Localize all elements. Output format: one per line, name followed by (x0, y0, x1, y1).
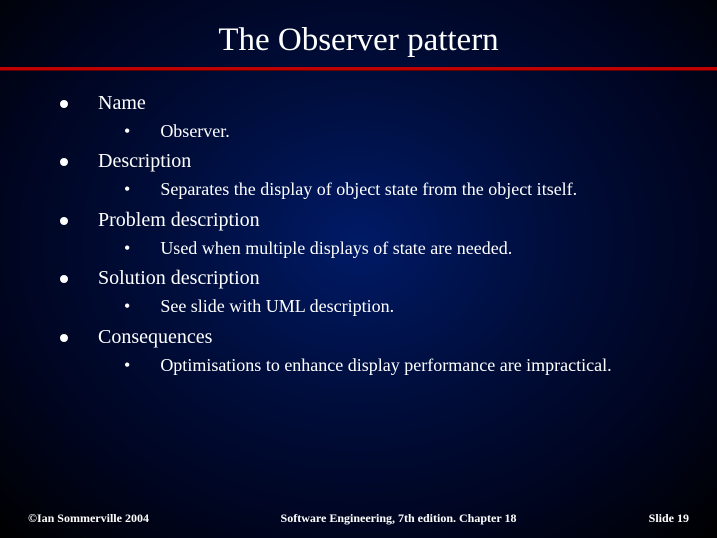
bullet-icon (60, 217, 68, 225)
footer-slide-number: Slide 19 (599, 511, 689, 526)
bullet-icon (60, 334, 68, 342)
bullet-icon (60, 158, 68, 166)
bullet-icon (60, 275, 68, 283)
list-item: Name (60, 91, 677, 116)
slide-content: Name • Observer. Description • Separates… (0, 71, 717, 377)
item-label: Consequences (98, 325, 212, 350)
subbullet-icon: • (124, 237, 130, 260)
item-label: Problem description (98, 208, 260, 233)
bullet-icon (60, 100, 68, 108)
list-subitem: • Separates the display of object state … (124, 178, 677, 201)
footer-copyright: ©Ian Sommerville 2004 (28, 511, 198, 526)
subbullet-icon: • (124, 120, 130, 143)
item-label: Solution description (98, 266, 260, 291)
subbullet-icon: • (124, 295, 130, 318)
list-subitem: • Optimisations to enhance display perfo… (124, 354, 677, 377)
footer-title: Software Engineering, 7th edition. Chapt… (198, 511, 599, 526)
subitem-text: Used when multiple displays of state are… (160, 237, 512, 260)
list-item: Consequences (60, 325, 677, 350)
subitem-text: Observer. (160, 120, 229, 143)
subbullet-icon: • (124, 178, 130, 201)
list-item: Solution description (60, 266, 677, 291)
subbullet-icon: • (124, 354, 130, 377)
item-label: Name (98, 91, 146, 116)
subitem-text: Optimisations to enhance display perform… (160, 354, 611, 377)
slide-footer: ©Ian Sommerville 2004 Software Engineeri… (0, 511, 717, 526)
list-subitem: • Used when multiple displays of state a… (124, 237, 677, 260)
list-subitem: • See slide with UML description. (124, 295, 677, 318)
list-item: Description (60, 149, 677, 174)
list-item: Problem description (60, 208, 677, 233)
slide-title: The Observer pattern (0, 0, 717, 67)
subitem-text: Separates the display of object state fr… (160, 178, 577, 201)
list-subitem: • Observer. (124, 120, 677, 143)
subitem-text: See slide with UML description. (160, 295, 394, 318)
item-label: Description (98, 149, 191, 174)
